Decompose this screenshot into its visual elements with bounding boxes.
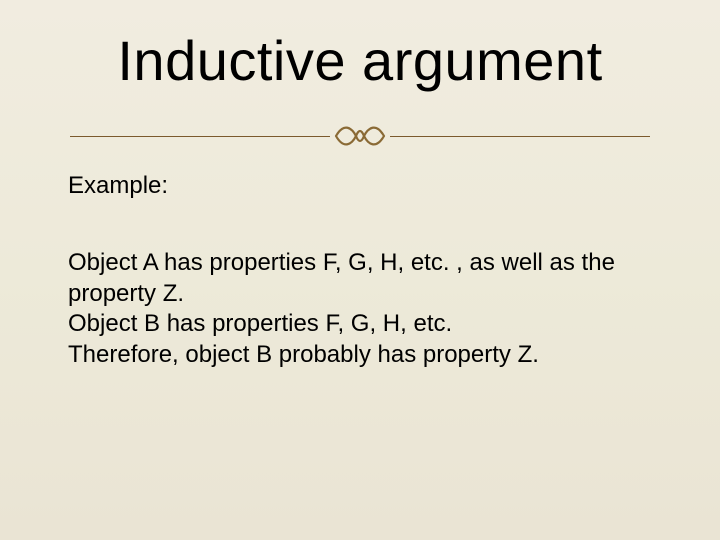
body-text: Object A has properties F, G, H, etc. , … [68,248,652,371]
divider-line-left [70,136,330,137]
slide: Inductive argument Example: Object A has… [0,0,720,540]
flourish-icon [330,118,390,154]
slide-title: Inductive argument [0,28,720,93]
body-line-3: Therefore, object B probably has propert… [68,340,652,371]
divider-line-right [390,136,650,137]
example-label: Example: [68,172,168,200]
body-line-2: Object B has properties F, G, H, etc. [68,309,652,340]
title-divider [70,118,650,154]
body-line-1: Object A has properties F, G, H, etc. , … [68,248,652,309]
